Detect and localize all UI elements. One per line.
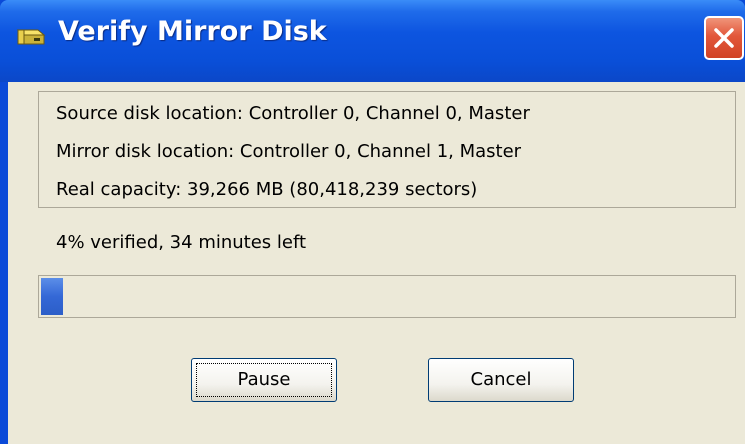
source-disk-location: Source disk location: Controller 0, Chan…	[56, 103, 530, 124]
disk-drive-icon	[16, 26, 46, 48]
dialog-window: Verify Mirror Disk Source disk location:…	[0, 0, 745, 444]
cancel-button[interactable]: Cancel	[428, 358, 574, 402]
verify-status: 4% verified, 34 minutes left	[56, 232, 307, 253]
pause-button[interactable]: Pause	[191, 358, 337, 402]
progress-bar	[38, 275, 736, 318]
mirror-disk-location: Mirror disk location: Controller 0, Chan…	[56, 141, 522, 162]
disk-info-panel: Source disk location: Controller 0, Chan…	[38, 91, 736, 208]
focus-rectangle	[196, 363, 332, 397]
cancel-label: Cancel	[470, 369, 532, 390]
progress-fill	[41, 278, 63, 315]
real-capacity: Real capacity: 39,266 MB (80,418,239 sec…	[56, 179, 478, 200]
title-bar[interactable]: Verify Mirror Disk	[0, 0, 745, 82]
dialog-body: Source disk location: Controller 0, Chan…	[8, 82, 745, 444]
close-button[interactable]	[704, 16, 744, 60]
window-title: Verify Mirror Disk	[58, 16, 327, 47]
